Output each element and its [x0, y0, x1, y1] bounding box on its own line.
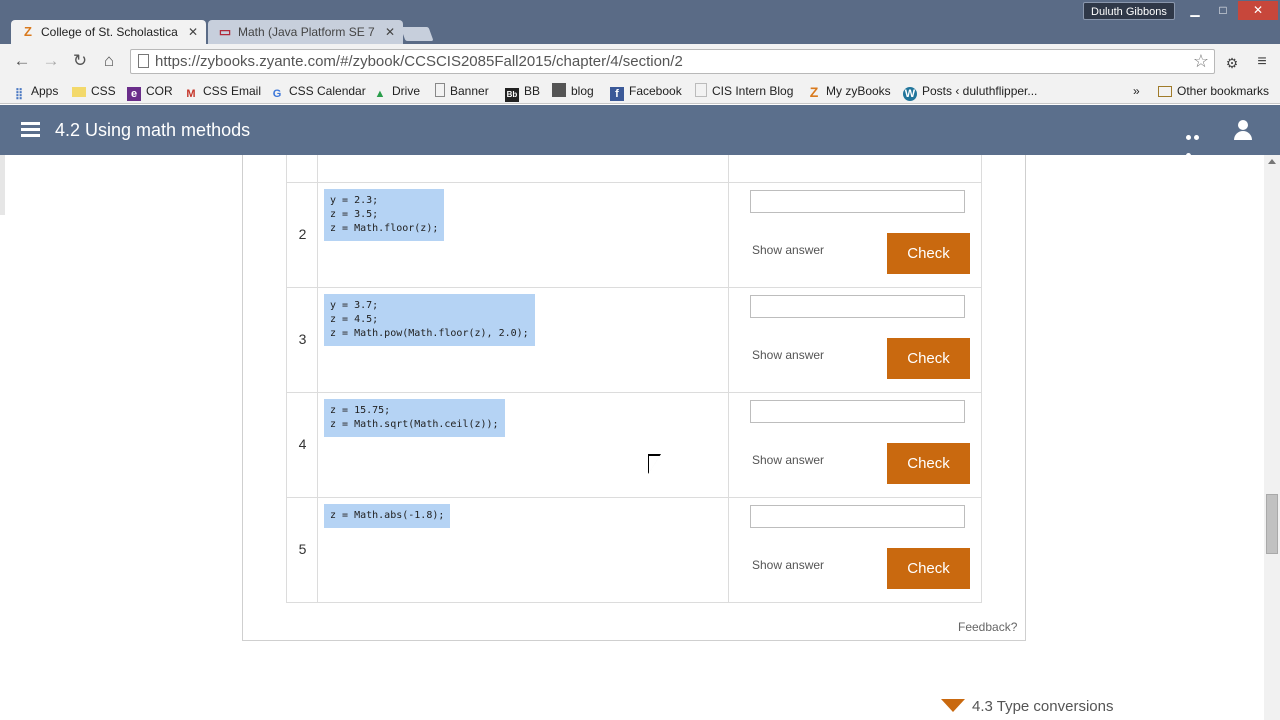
drive-icon: ▲ — [374, 88, 386, 100]
bookmark-css[interactable]: CSS — [72, 82, 116, 100]
answer-input[interactable] — [750, 295, 965, 318]
answer-input[interactable] — [750, 400, 965, 423]
zybooks-favicon-icon: Z — [24, 24, 32, 39]
bookmark-css-email[interactable]: M CSS Email — [184, 82, 261, 100]
sidebar-edge — [0, 155, 5, 215]
bookmarks-bar: ⣿ Apps CSS e COR M CSS Email G CSS Calendar … — [0, 78, 1280, 104]
blog-icon — [552, 83, 566, 97]
zybooks-icon: Z — [809, 84, 819, 100]
url-text[interactable]: https://zybooks.zyante.com/#/zybook/CCSC… — [155, 50, 683, 73]
extension-icon[interactable]: ⚙ — [1224, 55, 1240, 71]
code-snippet: z = Math.abs(-1.8); — [324, 504, 451, 528]
java-favicon-icon: ▭ — [218, 24, 232, 39]
row-number: 2 — [287, 183, 318, 287]
tab-title: Math (Java Platform SE 7 — [238, 25, 375, 39]
browser-tabstrip: Duluth Gibbons ▁ □ ✕ Z College of St. Sc… — [0, 0, 1280, 44]
mouse-cursor-fill — [649, 456, 660, 473]
table-row: 3 y = 3.7; z = 4.5; z = Math.pow(Math.fl… — [286, 288, 982, 393]
main-content: 2 y = 2.3; z = 3.5; z = Math.floor(z); S… — [0, 155, 1264, 720]
chrome-menu-icon[interactable]: ≡ — [1254, 53, 1270, 71]
apps-icon: ⣿ — [14, 88, 24, 100]
more-options-icon[interactable] — [1186, 127, 1208, 158]
scroll-up-arrow-icon[interactable] — [1268, 159, 1276, 164]
zybooks-header: 4.2 Using math methods — [0, 105, 1280, 158]
folder-icon — [1158, 86, 1172, 97]
scroll-thumb[interactable] — [1266, 494, 1278, 554]
facebook-icon: f — [610, 87, 624, 101]
bb-icon: Bb — [505, 88, 519, 102]
row-number: 5 — [287, 498, 318, 602]
e-icon: e — [127, 87, 141, 101]
page-icon — [435, 83, 445, 97]
check-button[interactable]: Check — [887, 338, 970, 379]
bookmark-drive[interactable]: ▲ Drive — [373, 82, 420, 100]
code-cell: z = 15.75; z = Math.sqrt(Math.ceil(z)); — [318, 393, 729, 497]
show-answer-link[interactable]: Show answer — [752, 558, 824, 572]
table-row: 2 y = 2.3; z = 3.5; z = Math.floor(z); S… — [286, 183, 982, 288]
show-answer-link[interactable]: Show answer — [752, 453, 824, 467]
bookmark-blog[interactable]: blog — [552, 82, 594, 100]
bookmark-facebook[interactable]: f Facebook — [610, 82, 682, 101]
table-row: 5 z = Math.abs(-1.8); Show answer Check — [286, 498, 982, 603]
bookmarks-overflow-icon[interactable]: » — [1133, 82, 1140, 100]
answer-input[interactable] — [750, 505, 965, 528]
check-button[interactable]: Check — [887, 548, 970, 589]
feedback-link[interactable]: Feedback? — [958, 620, 1017, 634]
back-icon[interactable]: ← — [13, 52, 31, 70]
minimize-button[interactable]: ▁ — [1182, 1, 1208, 20]
page-icon — [138, 54, 149, 68]
folder-icon — [72, 87, 86, 97]
bookmark-bb[interactable]: Bb BB — [505, 82, 540, 102]
maximize-button[interactable]: □ — [1210, 1, 1236, 20]
close-tab-icon[interactable]: ✕ — [188, 20, 198, 44]
bookmark-my-zybooks[interactable]: Z My zyBooks — [807, 82, 891, 100]
bookmark-apps[interactable]: ⣿ Apps — [12, 82, 58, 100]
tab-title: College of St. Scholastica — [41, 25, 178, 39]
hamburger-menu-icon[interactable] — [21, 122, 40, 137]
check-button[interactable]: Check — [887, 443, 970, 484]
forward-icon[interactable]: → — [42, 52, 60, 70]
row-number: 3 — [287, 288, 318, 392]
home-icon[interactable]: ⌂ — [100, 52, 118, 70]
tab-college[interactable]: Z College of St. Scholastica ✕ — [11, 20, 206, 44]
new-tab-button[interactable] — [400, 27, 434, 41]
page-icon — [695, 83, 707, 97]
bookmark-banner[interactable]: Banner — [435, 82, 489, 100]
code-snippet: y = 3.7; z = 4.5; z = Math.pow(Math.floo… — [324, 294, 535, 346]
next-section-link[interactable]: 4.3 Type conversions — [941, 698, 1113, 715]
wordpress-icon: W — [903, 87, 917, 101]
gmail-icon: M — [186, 88, 196, 100]
section-title: 4.2 Using math methods — [55, 120, 251, 140]
table-row: 4 z = 15.75; z = Math.sqrt(Math.ceil(z))… — [286, 393, 982, 498]
bookmark-other-bookmarks[interactable]: Other bookmarks — [1158, 82, 1269, 100]
bookmark-star-icon[interactable]: ☆ — [1193, 50, 1209, 73]
page-scrollbar[interactable] — [1264, 155, 1280, 720]
user-profile-icon[interactable] — [1233, 120, 1253, 140]
tab-math-javadoc[interactable]: ▭ Math (Java Platform SE 7 ✕ — [208, 20, 403, 44]
answer-input[interactable] — [750, 190, 965, 213]
bookmark-posts[interactable]: W Posts ‹ duluthflipper... — [903, 82, 1037, 101]
code-cell: y = 2.3; z = 3.5; z = Math.floor(z); — [318, 183, 729, 287]
reload-icon[interactable]: ↻ — [71, 52, 89, 70]
bookmark-css-calendar[interactable]: G CSS Calendar — [270, 82, 366, 100]
code-cell: y = 3.7; z = 4.5; z = Math.pow(Math.floo… — [318, 288, 729, 392]
row-number: 4 — [287, 393, 318, 497]
browser-toolbar: ← → ↻ ⌂ https://zybooks.zyante.com/#/zyb… — [0, 44, 1280, 78]
expand-triangle-icon — [941, 699, 965, 712]
show-answer-link[interactable]: Show answer — [752, 348, 824, 362]
close-window-button[interactable]: ✕ — [1238, 1, 1278, 20]
code-snippet: z = 15.75; z = Math.sqrt(Math.ceil(z)); — [324, 399, 505, 437]
address-bar[interactable]: https://zybooks.zyante.com/#/zybook/CCSC… — [130, 49, 1215, 74]
google-icon: G — [272, 88, 282, 100]
bookmark-cis-intern-blog[interactable]: CIS Intern Blog — [695, 82, 793, 100]
check-button[interactable]: Check — [887, 233, 970, 274]
bookmark-cor[interactable]: e COR — [127, 82, 173, 101]
profile-badge[interactable]: Duluth Gibbons — [1083, 2, 1175, 20]
close-tab-icon[interactable]: ✕ — [385, 20, 395, 44]
table-row — [286, 155, 982, 183]
code-snippet: y = 2.3; z = 3.5; z = Math.floor(z); — [324, 189, 445, 241]
code-cell: z = Math.abs(-1.8); — [318, 498, 729, 602]
show-answer-link[interactable]: Show answer — [752, 243, 824, 257]
